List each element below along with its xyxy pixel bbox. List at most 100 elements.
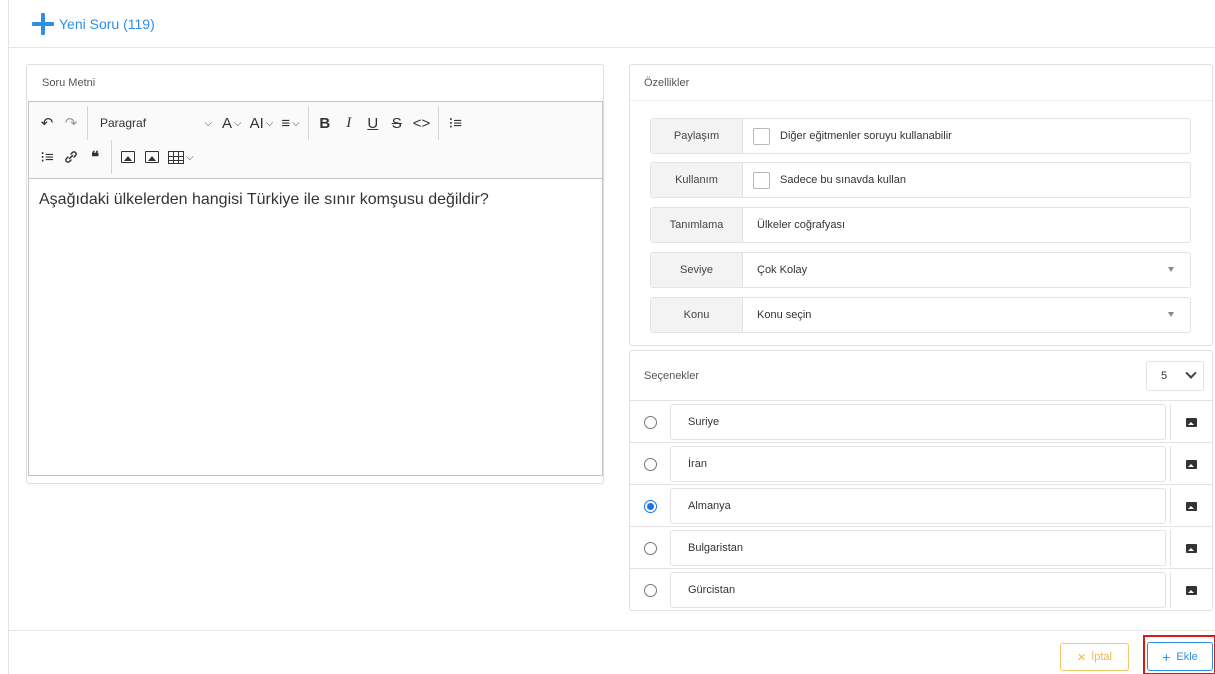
option-input[interactable]: Suriye (670, 404, 1166, 440)
option-image-button[interactable] (1170, 404, 1212, 440)
usage-checkbox[interactable] (753, 171, 770, 189)
level-selected-value: Çok Kolay (757, 264, 808, 276)
option-radio-selected[interactable] (644, 500, 657, 513)
option-image-button[interactable] (1170, 488, 1212, 524)
option-radio[interactable] (644, 416, 657, 429)
plus-icon (31, 12, 55, 36)
level-label: Seviye (651, 253, 743, 287)
topic-select[interactable]: Konu seçin (743, 298, 1190, 332)
insert-table-button[interactable]: ⌵ (164, 143, 198, 171)
properties-panel: Özellikler Paylaşım Diğer eğitmenler sor… (629, 64, 1213, 346)
font-family-button[interactable]: AI ⌵ (246, 109, 278, 137)
bold-button[interactable]: B (313, 109, 337, 137)
option-image-button[interactable] (1170, 446, 1212, 482)
option-count-value: 5 (1161, 370, 1168, 382)
option-image-button[interactable] (1170, 530, 1212, 566)
description-input[interactable]: Ülkeler coğrafyası (743, 208, 1190, 242)
sharing-row: Paylaşım Diğer eğitmenler soruyu kullana… (650, 118, 1191, 154)
options-title: Seçenekler (644, 369, 700, 382)
caret-down-icon (1168, 312, 1174, 317)
option-input[interactable]: İran (670, 446, 1166, 482)
options-panel: Seçenekler 5 Suriye İran Almanya Bulgari… (629, 350, 1213, 611)
option-row: Almanya (630, 485, 1213, 527)
table-icon (168, 150, 184, 164)
undo-icon[interactable]: ↶ (35, 109, 59, 137)
level-select[interactable]: Çok Kolay (743, 253, 1190, 287)
chevron-down-icon: ⌵ (186, 151, 194, 163)
usage-checkbox-label[interactable]: Sadece bu sınavda kullan (780, 174, 906, 186)
chevron-down-icon (1185, 367, 1197, 379)
sharing-checkbox-label[interactable]: Diğer eğitmenler soruyu kullanabilir (780, 130, 952, 142)
image-icon (1186, 543, 1197, 553)
topic-label: Konu (651, 298, 743, 332)
chevron-down-icon: ⌵ (204, 117, 212, 129)
formula-image-icon (121, 151, 135, 163)
form-footer: ✕ İptal + Ekle (9, 630, 1215, 674)
code-button[interactable]: <> (409, 109, 435, 137)
bullet-list-button[interactable]: ⁝≡ (443, 109, 467, 137)
option-row: İran (630, 443, 1213, 485)
image-icon (1186, 585, 1197, 595)
underline-button[interactable]: U (361, 109, 385, 137)
paragraph-format-select[interactable]: Paragraf ⌵ (92, 109, 218, 137)
question-text-panel: Soru Metni ↶ ↷ Paragraf ⌵ A ⌵ AI ⌵ ≡ ⌵ B… (26, 64, 604, 484)
cancel-button[interactable]: ✕ İptal (1060, 643, 1129, 671)
image-icon (1186, 459, 1197, 469)
page-title: Yeni Soru (119) (59, 15, 155, 32)
topic-selected-value: Konu seçin (757, 309, 812, 321)
option-input[interactable]: Gürcistan (670, 572, 1166, 608)
image-icon (1186, 417, 1197, 427)
question-form-page: Yeni Soru (119) Soru Metni ↶ ↷ Paragraf … (8, 0, 1215, 674)
description-label: Tanımlama (651, 208, 743, 242)
chevron-down-icon: ⌵ (265, 117, 274, 129)
insert-image-button[interactable] (140, 143, 164, 171)
option-image-button[interactable] (1170, 572, 1212, 608)
option-input[interactable]: Almanya (670, 488, 1166, 524)
option-input[interactable]: Bulgaristan (670, 530, 1166, 566)
strikethrough-button[interactable]: S (385, 109, 409, 137)
add-button[interactable]: + Ekle (1147, 642, 1213, 671)
chevron-down-icon: ⌵ (292, 117, 300, 129)
paragraph-format-label: Paragraf (100, 116, 147, 130)
option-radio[interactable] (644, 458, 657, 471)
add-label: Ekle (1176, 650, 1198, 663)
editor-toolbar: ↶ ↷ Paragraf ⌵ A ⌵ AI ⌵ ≡ ⌵ B I U S <> ⁝… (29, 102, 602, 179)
align-icon: ≡ (281, 114, 291, 132)
blockquote-button[interactable]: ❝ (83, 143, 107, 171)
usage-label: Kullanım (651, 163, 743, 197)
options-header: Seçenekler 5 (630, 351, 1212, 401)
align-button[interactable]: ≡ ⌵ (277, 109, 303, 137)
image-icon (145, 151, 159, 163)
option-row: Suriye (630, 401, 1213, 443)
caret-down-icon (1168, 267, 1174, 272)
sharing-checkbox[interactable] (753, 127, 770, 145)
image-icon (1186, 501, 1197, 511)
italic-button[interactable]: I (337, 109, 361, 137)
chevron-down-icon: ⌵ (234, 117, 242, 129)
level-row: Seviye Çok Kolay (650, 252, 1191, 288)
redo-icon[interactable]: ↷ (59, 109, 83, 137)
question-text-content[interactable]: Aşağıdaki ülkelerden hangisi Türkiye ile… (29, 179, 602, 221)
option-radio[interactable] (644, 584, 657, 597)
font-size-button[interactable]: A ⌵ (218, 109, 246, 137)
properties-title: Özellikler (630, 65, 1212, 101)
close-icon: ✕ (1076, 651, 1087, 664)
question-text-title: Soru Metni (42, 77, 96, 89)
sharing-value: Diğer eğitmenler soruyu kullanabilir (743, 119, 1190, 153)
font-family-icon: AI (249, 114, 264, 132)
option-row: Bulgaristan (630, 527, 1213, 569)
plus-icon: + (1162, 648, 1171, 665)
cancel-label: İptal (1091, 651, 1112, 663)
form-header: Yeni Soru (119) (9, 0, 1215, 48)
option-row: Gürcistan (630, 569, 1213, 611)
font-size-icon: A (222, 114, 233, 132)
topic-row: Konu Konu seçin (650, 297, 1191, 333)
link-button[interactable] (59, 143, 83, 171)
link-icon (65, 151, 77, 163)
formula-image-button[interactable] (116, 143, 140, 171)
option-count-select[interactable]: 5 (1146, 361, 1204, 391)
usage-value: Sadece bu sınavda kullan (743, 163, 1190, 197)
usage-row: Kullanım Sadece bu sınavda kullan (650, 162, 1191, 198)
option-radio[interactable] (644, 542, 657, 555)
numbered-list-button[interactable]: ⁝≡ (35, 143, 59, 171)
